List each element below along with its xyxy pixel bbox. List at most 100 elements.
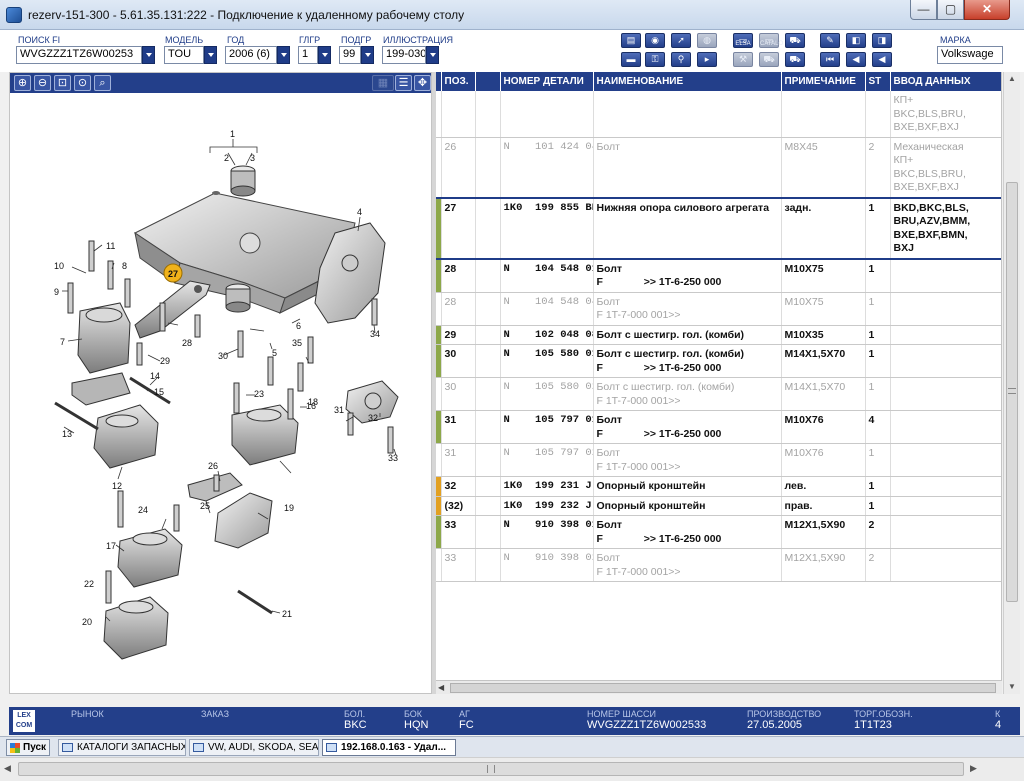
print-icon[interactable]: ▤	[621, 33, 641, 48]
model-select[interactable]: TOU	[164, 46, 204, 64]
rubber-mount-2-part[interactable]	[230, 165, 256, 197]
model-dropdown-button[interactable]	[204, 46, 217, 64]
col-partnumber-header[interactable]: НОМЕР ДЕТАЛИ	[500, 72, 594, 91]
scroll-right-icon[interactable]: ▶	[970, 763, 977, 774]
parts-table-panel: ПОЗ. НОМЕР ДЕТАЛИ НАИМЕНОВАНИЕ ПРИМЕЧАНИ…	[436, 72, 1002, 694]
cart-add-icon[interactable]: ⛟	[785, 52, 805, 67]
glgr-dropdown-button[interactable]	[318, 46, 331, 64]
zoom-fit-icon[interactable]: ⊙	[74, 75, 91, 91]
tools-icon[interactable]: ⚒	[733, 52, 753, 67]
search-parts-icon[interactable]: ◉	[645, 33, 665, 48]
podgr-dropdown-button[interactable]	[361, 46, 374, 64]
table-row[interactable]: КП+ BKC,BLS,BRU, BXE,BXF,BXJ	[436, 91, 1001, 138]
maximize-button[interactable]: ▢	[937, 0, 964, 20]
cell-note: M10X75	[781, 258, 866, 293]
svg-text:11: 11	[106, 241, 115, 251]
podgr-select[interactable]: 99	[339, 46, 361, 64]
taskbar-item[interactable]: КАТАЛОГИ ЗАПАСНЫХ ...	[58, 739, 186, 756]
chassis-label: НОМЕР ШАССИ	[587, 709, 657, 719]
table-row[interactable]: 30 N 105 580 01 Болт с шестигр. гол. (комб…	[436, 344, 1001, 378]
glgr-select[interactable]: 1	[298, 46, 318, 64]
taskbar-item[interactable]: VW, AUDI, SKODA, SEAT	[189, 739, 319, 756]
table-row[interactable]: 28 N 104 548 04 Болт F 1T-7-000 001>> M10X7…	[436, 292, 1001, 326]
move-icon[interactable]: ✥	[414, 75, 431, 91]
year-select[interactable]: 2006 (6)	[225, 46, 277, 64]
key-icon[interactable]: ⚿	[645, 52, 665, 67]
list-icon[interactable]: ▬	[621, 52, 641, 67]
zoom-out-icon[interactable]: ⊖	[34, 75, 51, 91]
year-dropdown-button[interactable]	[277, 46, 290, 64]
magnifier-icon[interactable]: ⌕	[94, 75, 111, 91]
taskbar-item-label: КАТАЛОГИ ЗАПАСНЫХ ...	[77, 742, 186, 753]
bike-icon[interactable]: ⚲	[671, 52, 691, 67]
mount-17-part[interactable]	[117, 528, 183, 588]
parts-diagram[interactable]: 12 3 456 789 101112 131416 171819 202122 …	[10, 93, 431, 693]
cell-st: 1	[865, 377, 891, 411]
highlighted-callout-27[interactable]: 27	[163, 263, 183, 283]
taskbar-item[interactable]: 192.168.0.163 - Удал...	[322, 739, 456, 756]
search-fi-dropdown-button[interactable]	[142, 46, 155, 64]
next-icon[interactable]: ◨	[872, 33, 892, 48]
mount-20-part[interactable]	[103, 596, 169, 660]
col-note-header[interactable]: ПРИМЕЧАНИЕ	[781, 72, 866, 91]
scroll-up-icon[interactable]: ▲	[1007, 74, 1017, 84]
scroll-thumb[interactable]	[450, 683, 996, 693]
engine-mount-7-part[interactable]	[77, 302, 131, 374]
table-row[interactable]: 31 N 105 797 02 Болт F 1T-7-000 001>> M10X7…	[436, 443, 1001, 477]
illustration-select[interactable]: 199-030	[382, 46, 426, 64]
tag-icon[interactable]: ➚	[671, 33, 691, 48]
col-st-header[interactable]: ST	[865, 72, 891, 91]
table-horizontal-scrollbar[interactable]: ◀	[436, 680, 1002, 694]
car-icon[interactable]: ◍	[697, 33, 717, 48]
rubber-mount-30-part[interactable]	[225, 283, 251, 313]
table-row[interactable]: 29 N 102 048 08 Болт с шестигр. гол. (комб…	[436, 325, 1001, 345]
first-icon[interactable]: ⏮	[820, 52, 840, 67]
close-button[interactable]: ✕	[964, 0, 1010, 20]
arrow-icon[interactable]: ▸	[697, 52, 717, 67]
scroll-left-icon[interactable]: ◀	[4, 763, 11, 774]
brand-select[interactable]: Volkswage	[937, 46, 1003, 64]
list-view-icon[interactable]: ☰	[395, 75, 412, 91]
minimize-button[interactable]: —	[910, 0, 937, 20]
table-row[interactable]: 28 N 104 548 01 Болт F >> 1T-6-250 000 M10X…	[436, 258, 1001, 293]
zoom-region-icon[interactable]: ⊡	[54, 75, 71, 91]
grid-view-icon[interactable]: ▦	[372, 75, 394, 91]
cell-part-number: N 910 398 02	[500, 548, 594, 582]
table-row[interactable]: (32) 1K0 199 232 J Опорный кронштейн прав. 1	[436, 496, 1001, 516]
elsa-icon[interactable]: ▭ ELSA	[733, 33, 753, 48]
cell-flag	[475, 292, 501, 326]
bracket-part[interactable]	[71, 372, 131, 406]
cart-grey-icon[interactable]: ⛟	[759, 52, 779, 67]
table-row[interactable]: 33 N 910 398 01 Болт F >> 1T-6-250 000 M12X…	[436, 515, 1001, 549]
cell-part-number: N 104 548 04	[500, 292, 594, 326]
table-row[interactable]: 33 N 910 398 02 Болт F 1T-7-000 001>> M12X1…	[436, 548, 1001, 582]
scroll-down-icon[interactable]: ▼	[1007, 682, 1017, 692]
table-row[interactable]: 27 1K0 199 855 BB Нижняя опора силового аг…	[436, 196, 1001, 260]
cell-data: BKD,BKC,BLS, BRU,AZV,BMM, BXE,BXF,BMN, B…	[890, 196, 1001, 260]
scroll-left-icon[interactable]: ◀	[438, 683, 448, 693]
col-pos-header[interactable]: ПОЗ.	[441, 72, 476, 91]
start-button[interactable]: Пуск	[6, 739, 50, 756]
cell-st: 1	[865, 292, 891, 326]
back-icon[interactable]: ◀	[846, 52, 866, 67]
support-19-part[interactable]	[214, 492, 273, 549]
col-name-header[interactable]: НАИМЕНОВАНИЕ	[593, 72, 782, 91]
zoom-in-icon[interactable]: ⊕	[14, 75, 31, 91]
engine-label: БОЛ.	[344, 709, 366, 719]
left-icon[interactable]: ◀	[872, 52, 892, 67]
table-row[interactable]: 26 N 101 424 04 Болт M8X45 2 Механическая КП+…	[436, 137, 1001, 198]
prev-icon[interactable]: ◧	[846, 33, 866, 48]
catalog-icon[interactable]: ▭ CATALO	[759, 33, 783, 48]
mount-12-part[interactable]	[93, 404, 159, 469]
cart-icon[interactable]: ⛟	[785, 33, 805, 48]
pin-icon[interactable]: ✎	[820, 33, 840, 48]
search-fi-input[interactable]: WVGZZZ1TZ6W00253	[16, 46, 142, 64]
col-data-header[interactable]: ВВОД ДАННЫХ	[890, 72, 1001, 91]
cell-data	[890, 548, 1001, 582]
table-row[interactable]: 32 1K0 199 231 J Опорный кронштейн лев. 1	[436, 476, 1001, 497]
vertical-scrollbar[interactable]: ▲ ▼	[1003, 72, 1020, 694]
illustration-dropdown-button[interactable]	[426, 46, 439, 64]
window-horizontal-scrollbar[interactable]: ◀ ▶	[0, 757, 1024, 781]
table-row[interactable]: 31 N 105 797 01 Болт F >> 1T-6-250 000 M10X…	[436, 410, 1001, 444]
table-row[interactable]: 30 N 105 580 02 Болт с шестигр. гол. (комб…	[436, 377, 1001, 411]
